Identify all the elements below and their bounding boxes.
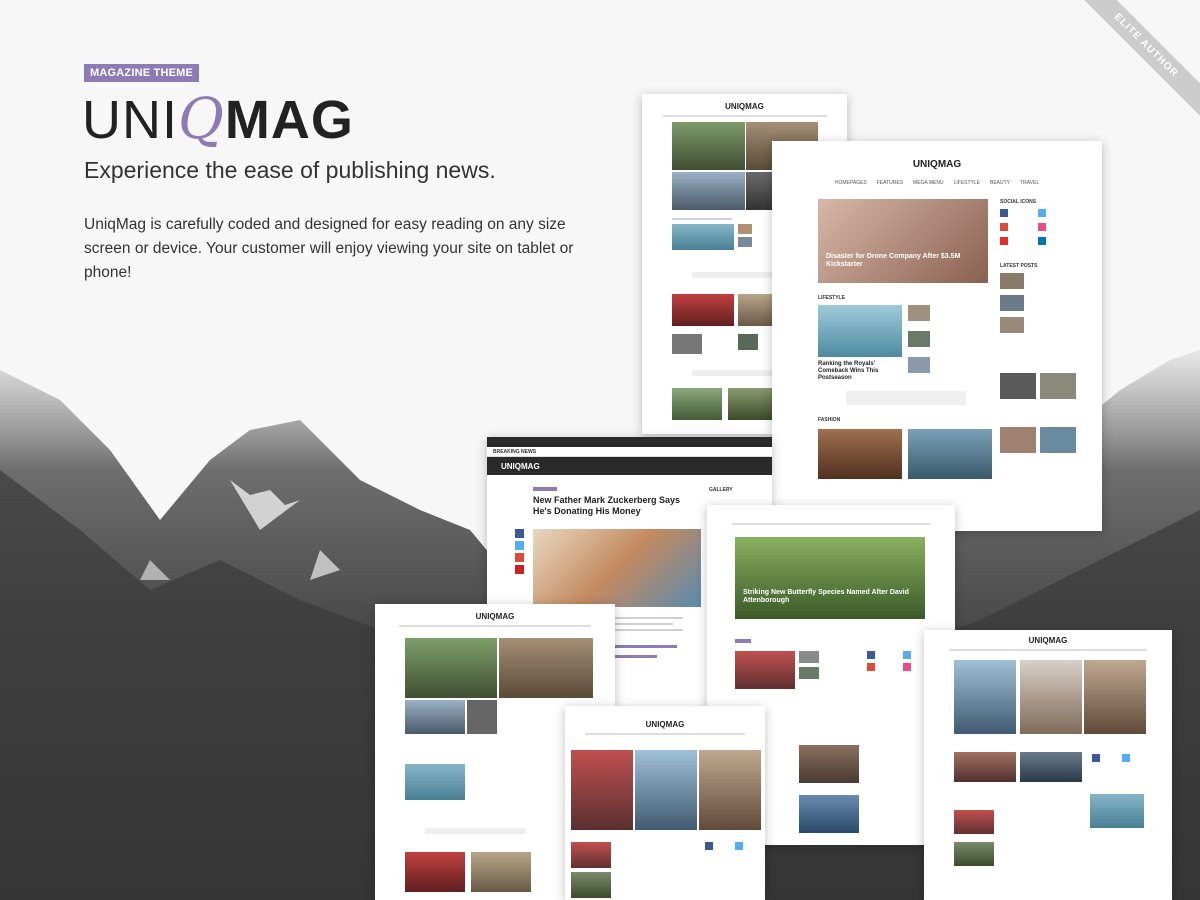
preview-logo: UNIQMAG bbox=[1028, 636, 1068, 645]
latest-posts-label: LATEST POSTS bbox=[1000, 263, 1038, 269]
nav-travel[interactable]: TRAVEL bbox=[1020, 180, 1039, 186]
preview-logo: UNIQMAG bbox=[501, 461, 540, 471]
preview-homepage-2: UNIQMAG HOMEPAGES FEATURES MEGA MENU LIF… bbox=[772, 141, 1102, 531]
royals-headline: Ranking the Royals' Comeback Wins This P… bbox=[818, 361, 879, 381]
preview-homepage-5: UNIQMAG bbox=[565, 706, 765, 900]
fashion-label: FASHION bbox=[818, 417, 841, 423]
nav-lifestyle[interactable]: LIFESTYLE bbox=[954, 180, 980, 186]
drone-headline: Disaster for Drone Company After $3.5M K… bbox=[826, 253, 961, 268]
breaking-news-label: BREAKING NEWS bbox=[487, 447, 772, 457]
preview-logo: UNIQMAG bbox=[475, 612, 515, 621]
nav-beauty[interactable]: BEAUTY bbox=[990, 180, 1010, 186]
logo-part-q: Q bbox=[178, 87, 225, 152]
zuckerberg-headline: New Father Mark Zuckerberg Says He's Don… bbox=[533, 495, 681, 516]
preview-logo: UNIQMAG bbox=[645, 720, 685, 729]
elite-author-ribbon: ELITE AUTHOR bbox=[1060, 0, 1200, 140]
preview-logo: UNIQMAG bbox=[912, 159, 962, 170]
nav-features[interactable]: FEATURES bbox=[877, 180, 903, 186]
magazine-theme-badge: MAGAZINE THEME bbox=[84, 64, 200, 82]
logo-part-uni: UNI bbox=[82, 90, 178, 150]
butterfly-headline: Striking New Butterfly Species Named Aft… bbox=[743, 589, 909, 604]
social-icons-label: SOCIAL ICONS bbox=[1000, 199, 1037, 205]
ribbon-text: ELITE AUTHOR bbox=[1067, 0, 1200, 125]
logo-part-mag: MAG bbox=[224, 90, 354, 150]
nav-mega-menu[interactable]: MEGA MENU bbox=[913, 180, 944, 186]
description: UniqMag is carefully coded and designed … bbox=[84, 216, 574, 281]
preview-homepage-6: UNIQMAG bbox=[924, 630, 1172, 900]
tagline: Experience the ease of publishing news. bbox=[84, 157, 496, 183]
preview-logo: UNIQMAG bbox=[725, 102, 764, 111]
gallery-label: GALLERY bbox=[709, 487, 733, 493]
lifestyle-label: LIFESTYLE bbox=[818, 295, 845, 301]
nav-homepages[interactable]: HOMEPAGES bbox=[835, 180, 867, 186]
uniqmag-logo: UNIQMAG bbox=[82, 88, 354, 152]
